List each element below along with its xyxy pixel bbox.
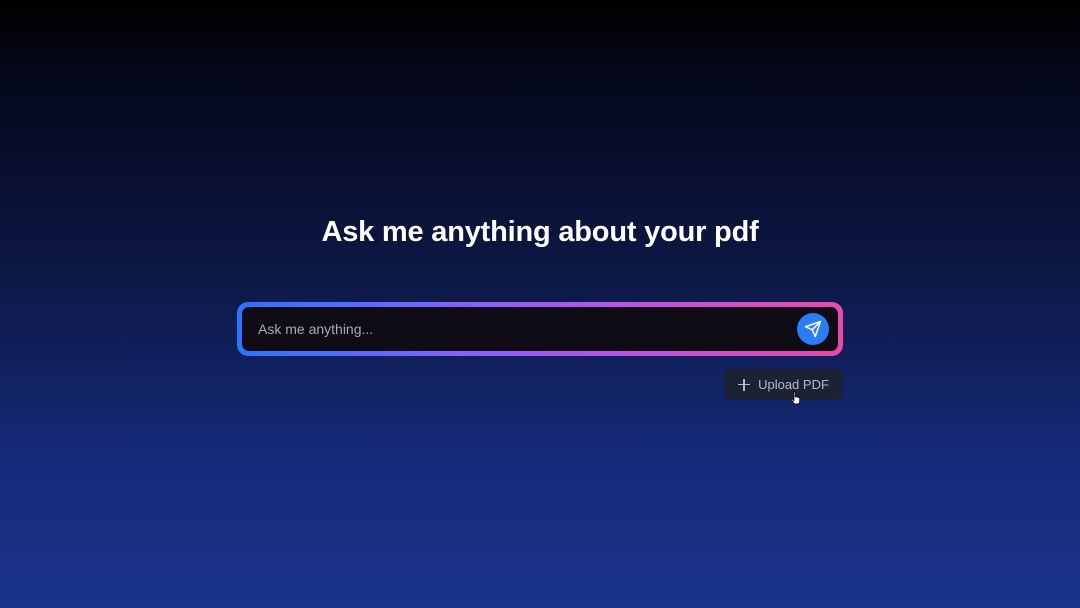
page-title: Ask me anything about your pdf xyxy=(321,216,759,248)
chat-input-container xyxy=(242,307,838,351)
chat-input-border xyxy=(237,302,843,356)
page: Ask me anything about your pdf Upload PD… xyxy=(0,0,1080,608)
upload-pdf-button[interactable]: Upload PDF xyxy=(725,369,842,400)
send-button[interactable] xyxy=(797,313,829,345)
upload-pdf-label: Upload PDF xyxy=(758,377,829,392)
pointer-cursor-icon xyxy=(791,391,801,405)
send-icon xyxy=(804,320,822,338)
plus-icon xyxy=(738,378,751,391)
chat-input[interactable] xyxy=(242,307,782,351)
